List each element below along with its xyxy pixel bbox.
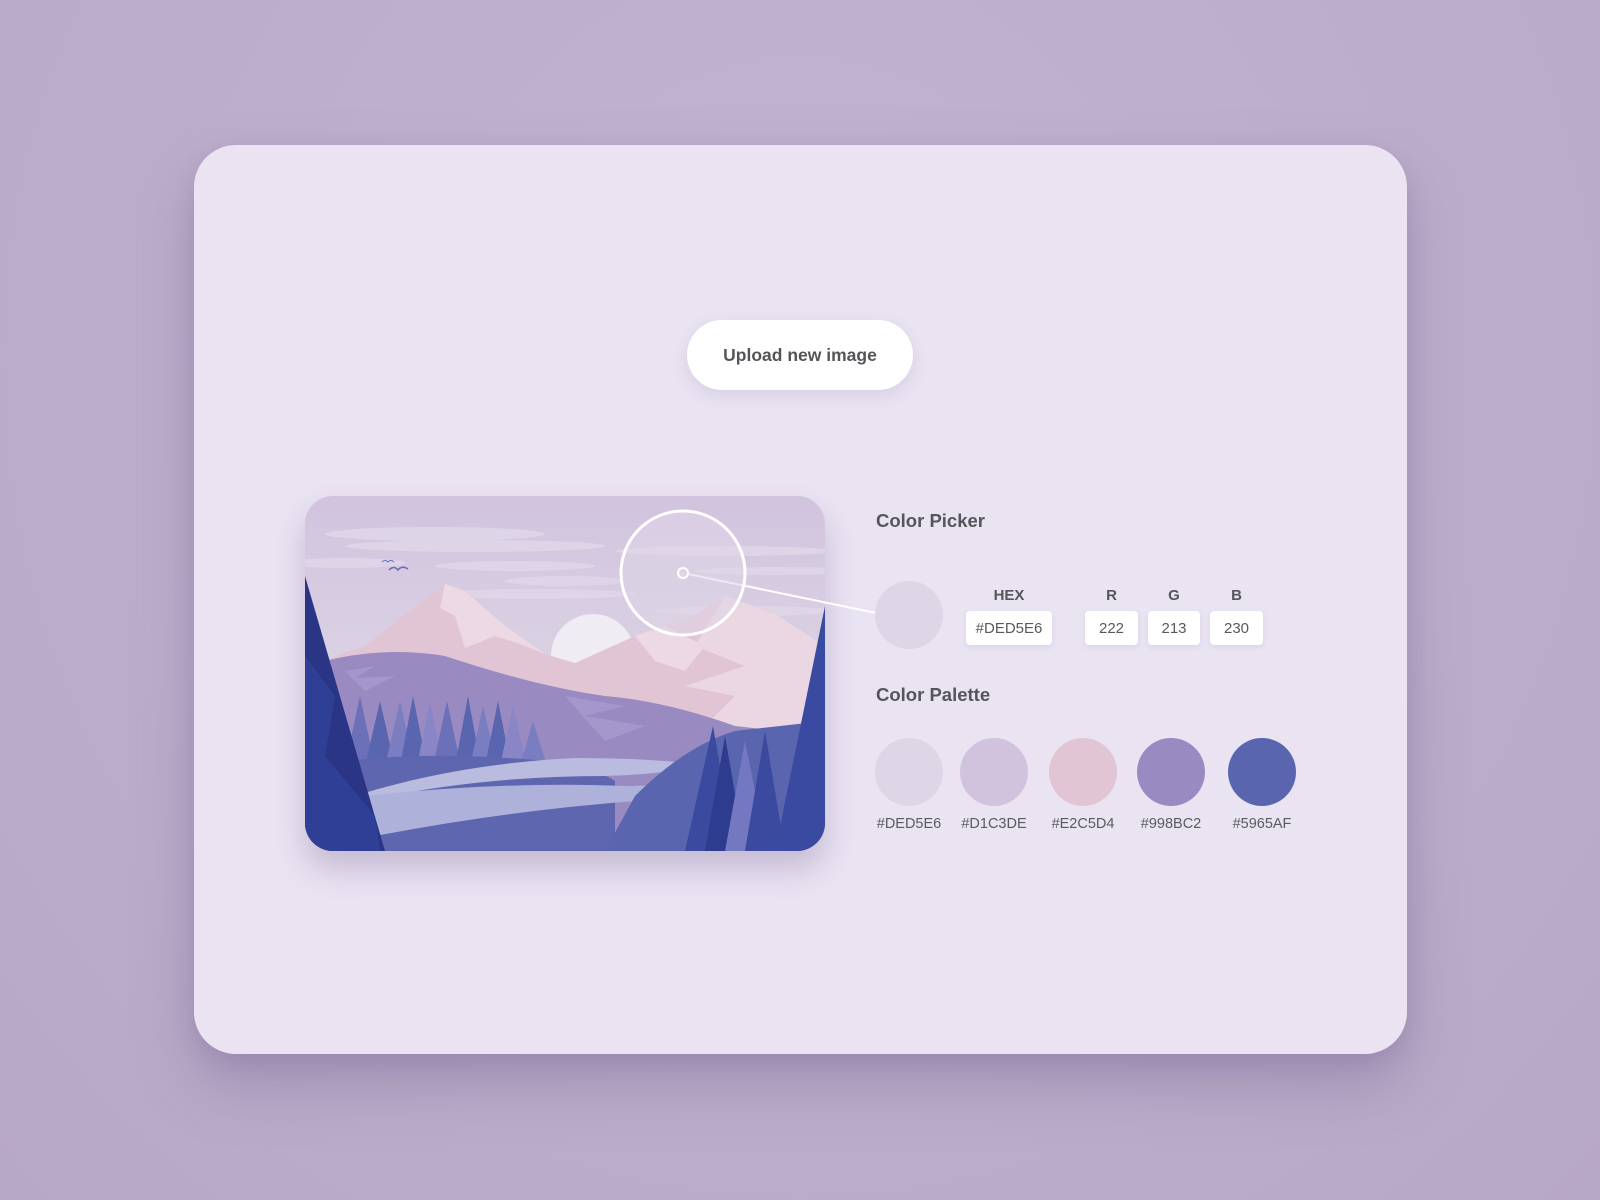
b-input[interactable] — [1210, 611, 1263, 645]
landscape-image[interactable] — [305, 496, 825, 851]
hex-label: HEX — [993, 587, 1025, 604]
palette-swatch[interactable] — [1228, 738, 1296, 806]
r-input[interactable] — [1085, 611, 1138, 645]
hex-input[interactable] — [966, 611, 1052, 645]
palette-swatch[interactable] — [875, 738, 943, 806]
palette-label: #E2C5D4 — [1051, 816, 1115, 832]
color-picker-title: Color Picker — [876, 510, 985, 531]
color-palette-title: Color Palette — [876, 684, 991, 705]
g-label: G — [1168, 587, 1180, 604]
palette-swatch[interactable] — [960, 738, 1028, 806]
g-input[interactable] — [1148, 611, 1200, 645]
selected-color-swatch — [875, 581, 943, 649]
palette-label: #D1C3DE — [961, 816, 1027, 832]
b-label: B — [1231, 587, 1242, 604]
upload-image-button[interactable]: Upload new image — [687, 320, 913, 390]
palette-label: #5965AF — [1232, 816, 1292, 832]
palette-label: #DED5E6 — [876, 816, 942, 832]
palette-swatch[interactable] — [1049, 738, 1117, 806]
landscape-illustration — [305, 496, 825, 851]
palette-swatch[interactable] — [1137, 738, 1205, 806]
r-label: R — [1106, 587, 1117, 604]
palette-label: #998BC2 — [1140, 816, 1202, 832]
